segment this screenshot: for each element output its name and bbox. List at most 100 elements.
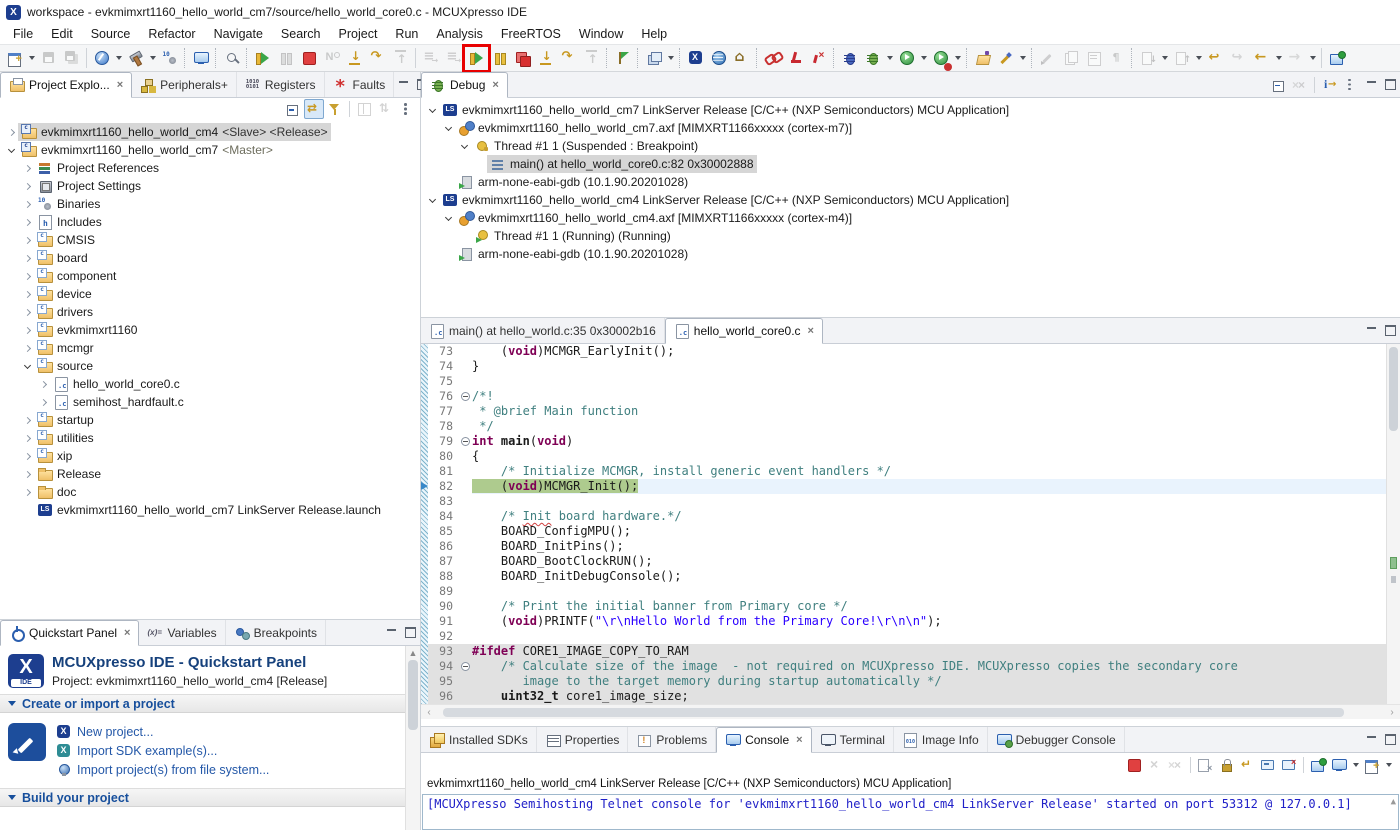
toolbar-terminate-button[interactable] [297,47,320,70]
debug-maximize-button[interactable] [1381,72,1400,97]
console-tab-problems[interactable]: Problems [628,727,716,752]
toolbar-binary-tools-button[interactable] [158,47,181,70]
toolbar-copy-docs-button[interactable] [1059,47,1082,70]
toolbar-save-button[interactable] [37,47,60,70]
console-clear-console-button[interactable] [1195,755,1215,775]
toolbar-forward-history-button[interactable] [1284,47,1307,70]
console-tab-console[interactable]: Console× [716,727,811,753]
toolbar-pin-editor-button[interactable] [1325,47,1348,70]
toolbar-forward-history-dropdown[interactable] [1307,47,1318,70]
chevron-right-icon[interactable] [23,416,30,423]
toolbar-reset-button[interactable] [611,47,634,70]
chevron-right-icon[interactable] [23,182,30,189]
toolbar-suspend-all-button[interactable] [488,47,511,70]
toolbar-open-directory-button[interactable] [971,47,994,70]
close-icon[interactable]: × [796,735,802,746]
console-display-selected-console-button[interactable] [1329,755,1349,775]
scrollbar-thumb[interactable] [1389,347,1398,431]
chevron-down-icon[interactable] [7,145,14,152]
quickstart-maximize-button[interactable] [401,620,420,645]
toolbar-profile-button[interactable] [929,47,952,70]
chevron-down-icon[interactable] [444,213,451,220]
fold-collapse-icon[interactable] [461,662,470,671]
project-item-startup[interactable]: startup [0,411,420,429]
console-pin-console-button[interactable] [1308,755,1328,775]
toolbar-save-all-button[interactable] [60,47,83,70]
toolbar-view-stack-dropdown[interactable] [665,47,676,70]
project-item-board[interactable]: board [0,249,420,267]
project-item-xip[interactable]: xip [0,447,420,465]
chevron-right-icon[interactable] [23,344,30,351]
project-item-release[interactable]: Release [0,465,420,483]
chevron-down-icon[interactable] [428,195,435,202]
toolbar-next-annotation-dropdown[interactable] [1159,47,1170,70]
quickstart-minimize-button[interactable] [382,620,401,645]
toolbar-step-over-all-button[interactable] [557,47,580,70]
project-item-semihost-hardfault-c[interactable]: semihost_hardfault.c [0,393,420,411]
debug-tab-debug[interactable]: Debug× [421,72,508,98]
section-create-or-import[interactable]: Create or import a project [0,694,420,713]
quickstart-link-import-sdk-example-s[interactable]: Import SDK example(s)... [56,743,269,759]
toolbar-show-whitespace-button[interactable] [1105,47,1128,70]
toolbar-view-stack-button[interactable] [642,47,665,70]
debug-item-main-at-hello-world-core0-c-82-0x3000288[interactable]: main() at hello_world_core0.c:82 0x30002… [421,155,1400,173]
close-icon[interactable]: × [492,80,498,91]
toolbar-highlight-pen-button[interactable] [994,47,1017,70]
chevron-down-icon[interactable] [460,141,467,148]
debug-item-thread-1-1-suspended-breakpoint[interactable]: Thread #1 1 (Suspended : Breakpoint) [421,137,1400,155]
toolbar-step-return-all-button[interactable] [580,47,603,70]
debug-item-evkmimxrt1160-hello-world-cm4-axf-mimxrt[interactable]: evkmimxrt1160_hello_world_cm4.axf [MIMXR… [421,209,1400,227]
menu-analysis[interactable]: Analysis [427,25,492,43]
console-tab-installed-sdks[interactable]: Installed SDKs [421,727,537,752]
menu-source[interactable]: Source [82,25,140,43]
project-item-hello-world-core0-c[interactable]: hello_world_core0.c [0,375,420,393]
toolbar-freertos-link-button[interactable] [761,47,784,70]
menu-window[interactable]: Window [570,25,632,43]
debug-item-arm-none-eabi-gdb-10-1-90-20201028[interactable]: arm-none-eabi-gdb (10.1.90.20201028) [421,173,1400,191]
project-item-drivers[interactable]: drivers [0,303,420,321]
project-item-project-references[interactable]: Project References [0,159,420,177]
close-icon[interactable]: × [808,326,814,337]
overview-marker-gray[interactable] [1391,576,1396,583]
editor-tab-hello-world-core0-c[interactable]: hello_world_core0.c× [665,318,823,344]
project-explorer-filter-button[interactable] [325,99,345,119]
project-explorer-collapse-all-button[interactable] [283,99,303,119]
toolbar-previous-annotation-dropdown[interactable] [1193,47,1204,70]
project-item-utilities[interactable]: utilities [0,429,420,447]
overview-marker-green[interactable] [1390,557,1397,569]
project-explorer-tab-registers[interactable]: Registers [237,72,325,97]
toolbar-open-console-display-button[interactable] [189,47,212,70]
project-item-evkmimxrt1160[interactable]: evkmimxrt1160 [0,321,420,339]
console-remove-launch-button[interactable] [1145,755,1165,775]
scrollbar-thumb[interactable] [443,708,1344,717]
toolbar-instruction-stepping-alt-button[interactable] [442,47,465,70]
console-display-selected-console-dropdown[interactable] [1350,755,1361,775]
scroll-left-icon[interactable]: ‹ [421,707,437,718]
debug-item-evkmimxrt1160-hello-world-cm7-axf-mimxrt[interactable]: evkmimxrt1160_hello_world_cm7.axf [MIMXR… [421,119,1400,137]
quickstart-link-new-project[interactable]: New project... [56,724,269,740]
toolbar-next-edit-location-button[interactable] [1227,47,1250,70]
toolbar-terminate-all-button[interactable] [511,47,534,70]
chevron-right-icon[interactable] [23,488,30,495]
chevron-right-icon[interactable] [39,380,46,387]
toolbar-instruction-stepping-button[interactable] [419,47,442,70]
toolbar-welcome-home-button[interactable] [730,47,753,70]
quickstart-tab-breakpoints[interactable]: Breakpoints [226,620,326,645]
console-tab-terminal[interactable]: Terminal [812,727,894,752]
editor-vertical-scrollbar[interactable] [1386,344,1400,704]
console-maximize-button[interactable] [1381,727,1400,752]
toolbar-profile-dropdown[interactable] [952,47,963,70]
project-explorer-tab-peripherals[interactable]: Peripherals+ [132,72,237,97]
debug-view-menu-button[interactable] [1340,75,1360,95]
chevron-right-icon[interactable] [23,290,30,297]
chevron-right-icon[interactable] [23,200,30,207]
fold-collapse-icon[interactable] [461,437,470,446]
project-item-evkmimxrt1160-hello-world-cm4[interactable]: evkmimxrt1160_hello_world_cm4 <Slave> <R… [0,123,420,141]
toolbar-previous-annotation-button[interactable] [1170,47,1193,70]
toolbar-build-button[interactable] [124,47,147,70]
section-build-your-project[interactable]: Build your project [0,788,420,807]
console-remove-all-launches-button[interactable] [1166,755,1186,775]
console-open-console-button[interactable] [1362,755,1382,775]
debug-collapse-all-button[interactable] [1269,75,1289,95]
menu-refactor[interactable]: Refactor [139,25,204,43]
